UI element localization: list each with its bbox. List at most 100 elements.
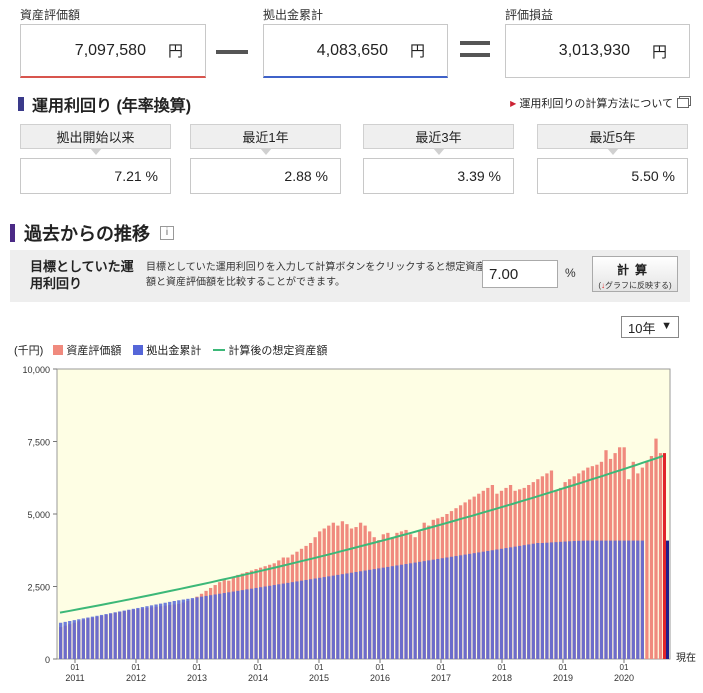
contribution-bar (345, 573, 349, 659)
contribution-bar (304, 579, 308, 659)
new-window-icon (677, 98, 689, 108)
x-tick-month: 01 (376, 663, 385, 672)
contribution-bar (295, 581, 299, 659)
contribution-bar (90, 616, 95, 659)
contribution-bar (190, 598, 195, 659)
contribution-bar (145, 606, 149, 659)
period-value-5y: 5.50 % (537, 158, 688, 194)
contribution-bar (468, 553, 472, 659)
contribution-bar (186, 598, 190, 659)
x-tick-month: 01 (559, 663, 568, 672)
chart-unit-label: (千円) (14, 345, 44, 357)
contribution-bar (258, 587, 263, 659)
contribution-bar (572, 540, 576, 659)
contribution-bar (218, 593, 222, 659)
y-tick-label: 0 (45, 655, 50, 665)
contribution-bar (608, 540, 613, 659)
section-bar-icon (10, 224, 15, 242)
contribution-bar (586, 540, 590, 659)
contribution-bar (590, 540, 595, 659)
x-tick-current: 現在 (676, 652, 696, 664)
contribution-bar (231, 591, 235, 659)
contribution-bar (381, 567, 385, 659)
contribution-bar (545, 542, 549, 659)
contribution-bar (136, 607, 140, 659)
contribution-bar (72, 620, 76, 659)
contribution-bar (463, 554, 467, 659)
contribution-bar (518, 545, 522, 659)
period-value-3y: 3.39 % (363, 158, 514, 194)
contribution-bar (204, 595, 208, 659)
valuation-unit: 円 (167, 43, 183, 60)
contribution-bar (249, 588, 254, 659)
x-tick-year: 2015 (309, 673, 329, 683)
contribution-bar (131, 608, 135, 659)
contribution-bar (540, 543, 545, 659)
period-header-since-start: 拠出開始以来 (20, 124, 171, 155)
contribution-bar (504, 548, 508, 659)
contribution-bar (486, 550, 490, 659)
x-tick-year: 2011 (65, 673, 84, 683)
contribution-bar (422, 561, 426, 659)
contribution-bar (172, 601, 176, 659)
contribution-bar (627, 540, 631, 659)
contribution-bar (268, 585, 272, 659)
contribution-bar (236, 590, 240, 659)
history-title: 過去からの推移 i (10, 220, 174, 246)
valuation-bar (649, 456, 654, 659)
yield-method-link[interactable]: ▶ 運用利回りの計算方法について (510, 95, 689, 111)
contribution-bar (631, 540, 635, 659)
contribution-bar (445, 557, 449, 659)
contribution-bar (431, 559, 435, 659)
period-value-since-start: 7.21 % (20, 158, 171, 194)
contribution-bar (227, 592, 231, 659)
contribution-bar (263, 586, 267, 659)
valuation-box: 7,097,580 円 (20, 24, 206, 78)
contribution-value: 4,083,650 (316, 41, 388, 59)
contribution-bar (477, 552, 481, 659)
x-tick-year: 2017 (431, 673, 451, 683)
legend-expected-swatch (213, 349, 226, 351)
contribution-bar (77, 619, 81, 659)
calculate-button[interactable]: 計算 (↓グラフに反映する) (592, 256, 678, 292)
contribution-bar (313, 578, 317, 659)
contribution-bar (427, 560, 431, 659)
contribution-bar (636, 540, 640, 659)
contribution-bar (254, 587, 258, 659)
contribution-bar (358, 571, 363, 659)
contribution-bar (440, 558, 445, 659)
x-tick-month: 01 (132, 663, 141, 672)
contribution-bar (368, 569, 372, 659)
contribution-bar (472, 553, 476, 659)
contribution-bar (286, 582, 290, 659)
calculate-button-label: 計算 (616, 263, 653, 277)
chart-legend: (千円) 資産評価額 拠出金累計 計算後の想定資産額 (14, 342, 339, 358)
contribution-bar (122, 610, 126, 659)
x-tick-month: 01 (437, 663, 446, 672)
x-tick-year: 2020 (614, 673, 634, 683)
contribution-bar (354, 572, 358, 659)
contribution-bar (349, 572, 354, 659)
legend-expected: 計算後の想定資産額 (213, 342, 327, 358)
contribution-bar (372, 569, 376, 659)
contribution-bar (563, 541, 567, 659)
period-select[interactable]: 10年 ▼ (621, 316, 679, 338)
info-icon[interactable]: i (160, 226, 174, 240)
period-header-1y: 最近1年 (190, 124, 341, 155)
legend-valuation: 資産評価額 (53, 342, 121, 358)
contribution-bar (413, 562, 417, 659)
contribution-bar (240, 590, 245, 659)
target-yield-input[interactable] (482, 260, 558, 288)
contribution-bar (454, 556, 458, 659)
period-header-3y: 最近3年 (363, 124, 514, 155)
contribution-bar (222, 593, 226, 659)
contribution-bar (86, 617, 90, 659)
contribution-bar (281, 583, 285, 659)
contribution-bar (177, 600, 181, 659)
contribution-bar (599, 540, 604, 659)
contribution-bar (490, 550, 495, 659)
contribution-bar (277, 584, 281, 659)
legend-valuation-swatch (53, 345, 64, 355)
contribution-box: 4,083,650 円 (263, 24, 448, 78)
x-tick-month: 01 (620, 663, 629, 672)
